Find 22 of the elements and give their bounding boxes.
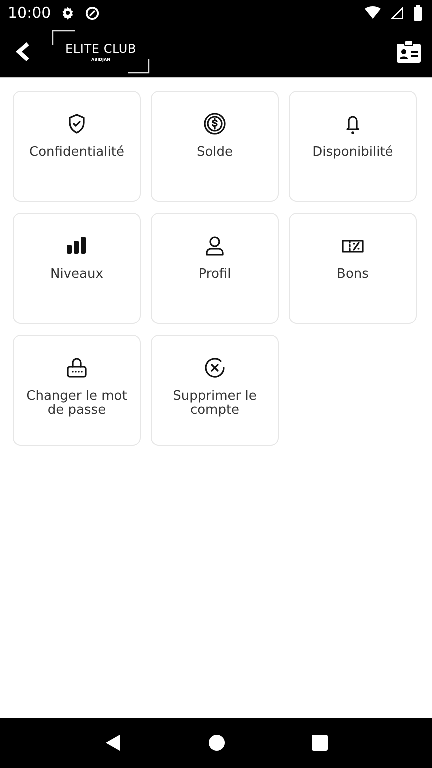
signal-icon [391,6,404,20]
menu-tile[interactable]: Niveaux [13,213,141,324]
menu-tile[interactable]: Changer le mot de passe [13,335,141,446]
dollar-coin-icon [203,112,227,136]
settings-icon [61,6,76,20]
data-saver-icon [85,6,100,20]
menu-tile[interactable]: Profil [151,213,279,324]
back-nav-icon[interactable] [104,734,122,752]
menu-tile[interactable]: Solde [151,91,279,202]
menu-tile[interactable]: Supprimer le compte [151,335,279,446]
wifi-icon [365,6,381,20]
id-card-icon[interactable] [396,40,422,64]
menu-tile[interactable]: Confidentialité [13,91,141,202]
lock-icon [65,356,89,380]
battery-icon [414,5,422,21]
delete-circle-icon [203,356,227,380]
menu-tile[interactable]: Disponibilité [289,91,417,202]
menu-tile[interactable]: Bons [289,213,417,324]
status-time: 10:00 [8,4,52,22]
recents-nav-icon[interactable] [312,735,328,751]
user-icon [203,234,227,258]
home-nav-icon[interactable] [208,735,225,751]
